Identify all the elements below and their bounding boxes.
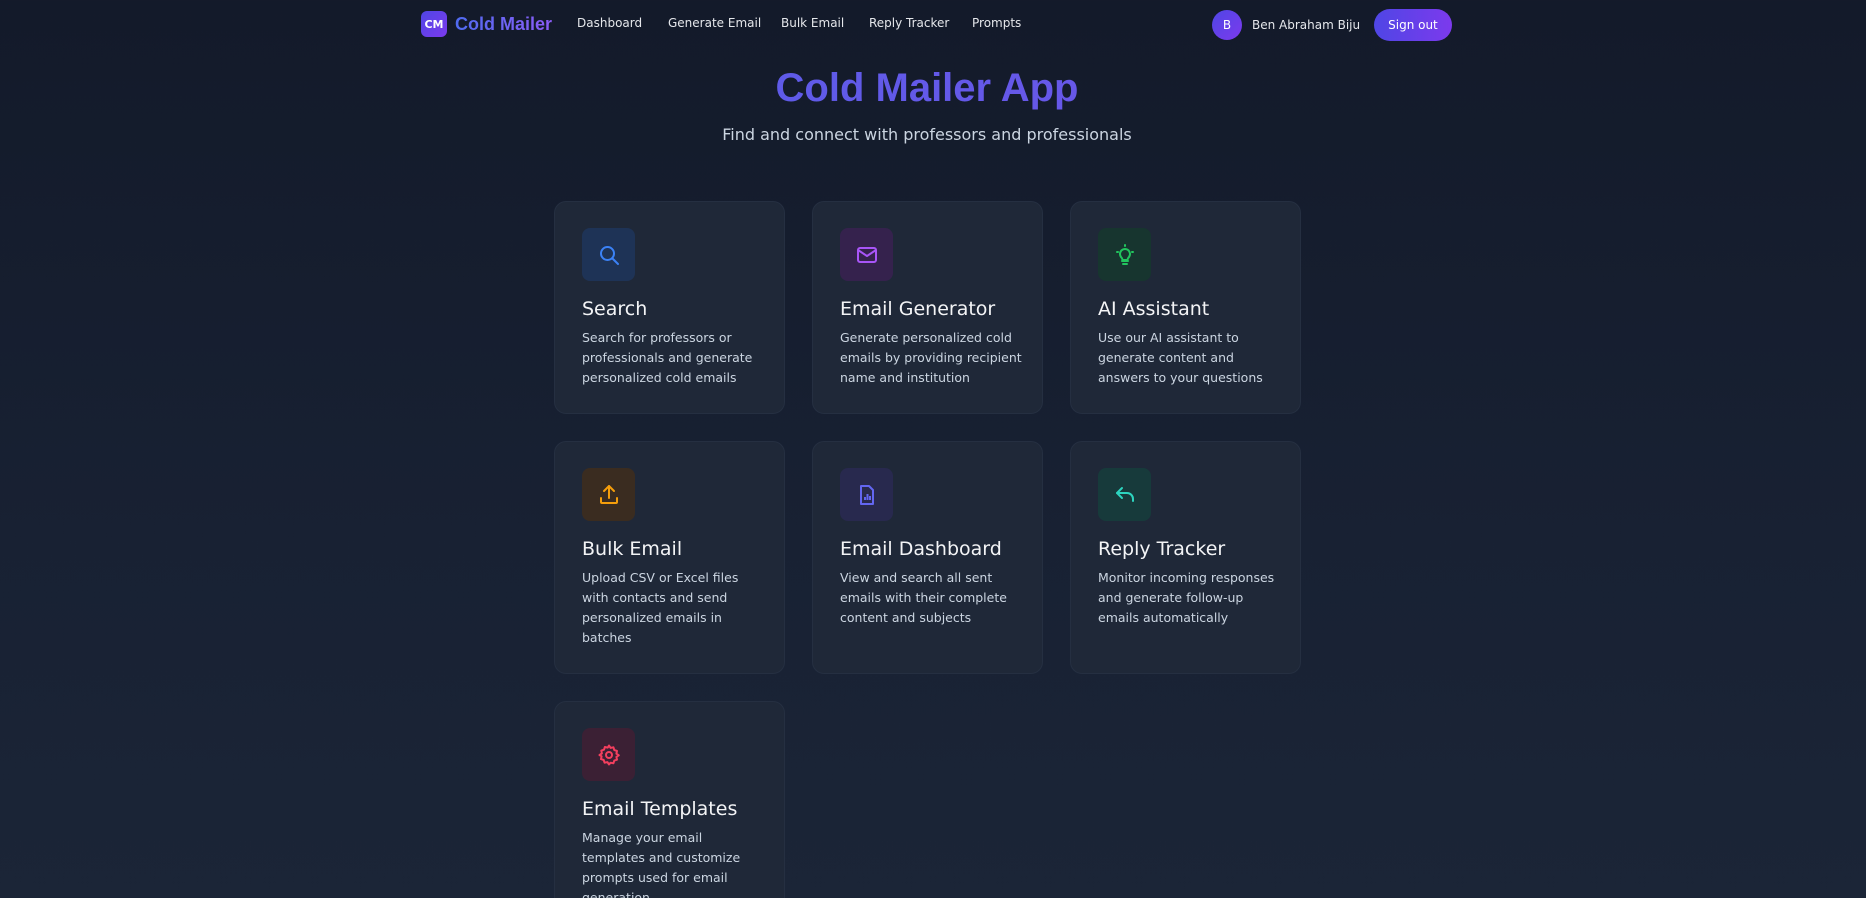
user-area: B Ben Abraham Biju Sign out (1212, 9, 1452, 41)
page-subtitle: Find and connect with professors and pro… (722, 125, 1132, 144)
card-description: Use our AI assistant to generate content… (1098, 330, 1263, 385)
sign-out-button[interactable]: Sign out (1374, 9, 1452, 41)
nav-link-dashboard[interactable]: Dashboard (577, 16, 642, 30)
card-title: Email Templates (582, 798, 738, 820)
nav-link-prompts[interactable]: Prompts (972, 16, 1021, 30)
card-title: Email Dashboard (840, 538, 1002, 560)
feature-card-email-templates[interactable]: Email Templates Manage your email templa… (554, 701, 785, 898)
search-icon (582, 228, 635, 281)
brand[interactable]: CM Cold Mailer (421, 11, 552, 37)
brand-logo-icon: CM (421, 11, 447, 37)
feature-card-ai-assistant[interactable]: AI Assistant Use our AI assistant to gen… (1070, 201, 1301, 414)
card-title: Bulk Email (582, 538, 683, 560)
avatar[interactable]: B (1212, 10, 1242, 40)
card-description: Generate personalized cold emails by pro… (840, 330, 1022, 385)
feature-card-email-generator[interactable]: Email Generator Generate personalized co… (812, 201, 1043, 414)
top-navbar: CM Cold Mailer Dashboard Generate Email … (0, 0, 1866, 48)
card-title: AI Assistant (1098, 298, 1210, 320)
gear-icon (582, 728, 635, 781)
feature-card-bulk-email[interactable]: Bulk Email Upload CSV or Excel files wit… (554, 441, 785, 674)
card-description: Upload CSV or Excel files with contacts … (582, 570, 739, 645)
nav-link-reply-tracker[interactable]: Reply Tracker (869, 16, 949, 30)
document-chart-icon (840, 468, 893, 521)
mail-icon (840, 228, 893, 281)
card-title: Email Generator (840, 298, 996, 320)
upload-icon (582, 468, 635, 521)
card-description: Monitor incoming responses and generate … (1098, 570, 1275, 625)
page-title: Cold Mailer App (0, 66, 1854, 111)
reply-icon (1098, 468, 1151, 521)
card-title: Search (582, 298, 648, 320)
card-description: View and search all sent emails with the… (840, 570, 1007, 625)
lightbulb-icon (1098, 228, 1151, 281)
user-name: Ben Abraham Biju (1252, 18, 1361, 32)
feature-card-search[interactable]: Search Search for professors or professi… (554, 201, 785, 414)
nav-link-bulk-email[interactable]: Bulk Email (781, 16, 844, 30)
brand-name: Cold Mailer (455, 13, 553, 34)
feature-card-reply-tracker[interactable]: Reply Tracker Monitor incoming responses… (1070, 441, 1301, 674)
card-description: Manage your email templates and customiz… (582, 830, 741, 898)
card-description: Search for professors or professionals a… (582, 330, 753, 385)
card-title: Reply Tracker (1098, 538, 1226, 560)
feature-card-email-dashboard[interactable]: Email Dashboard View and search all sent… (812, 441, 1043, 674)
nav-link-generate-email[interactable]: Generate Email (668, 16, 761, 30)
